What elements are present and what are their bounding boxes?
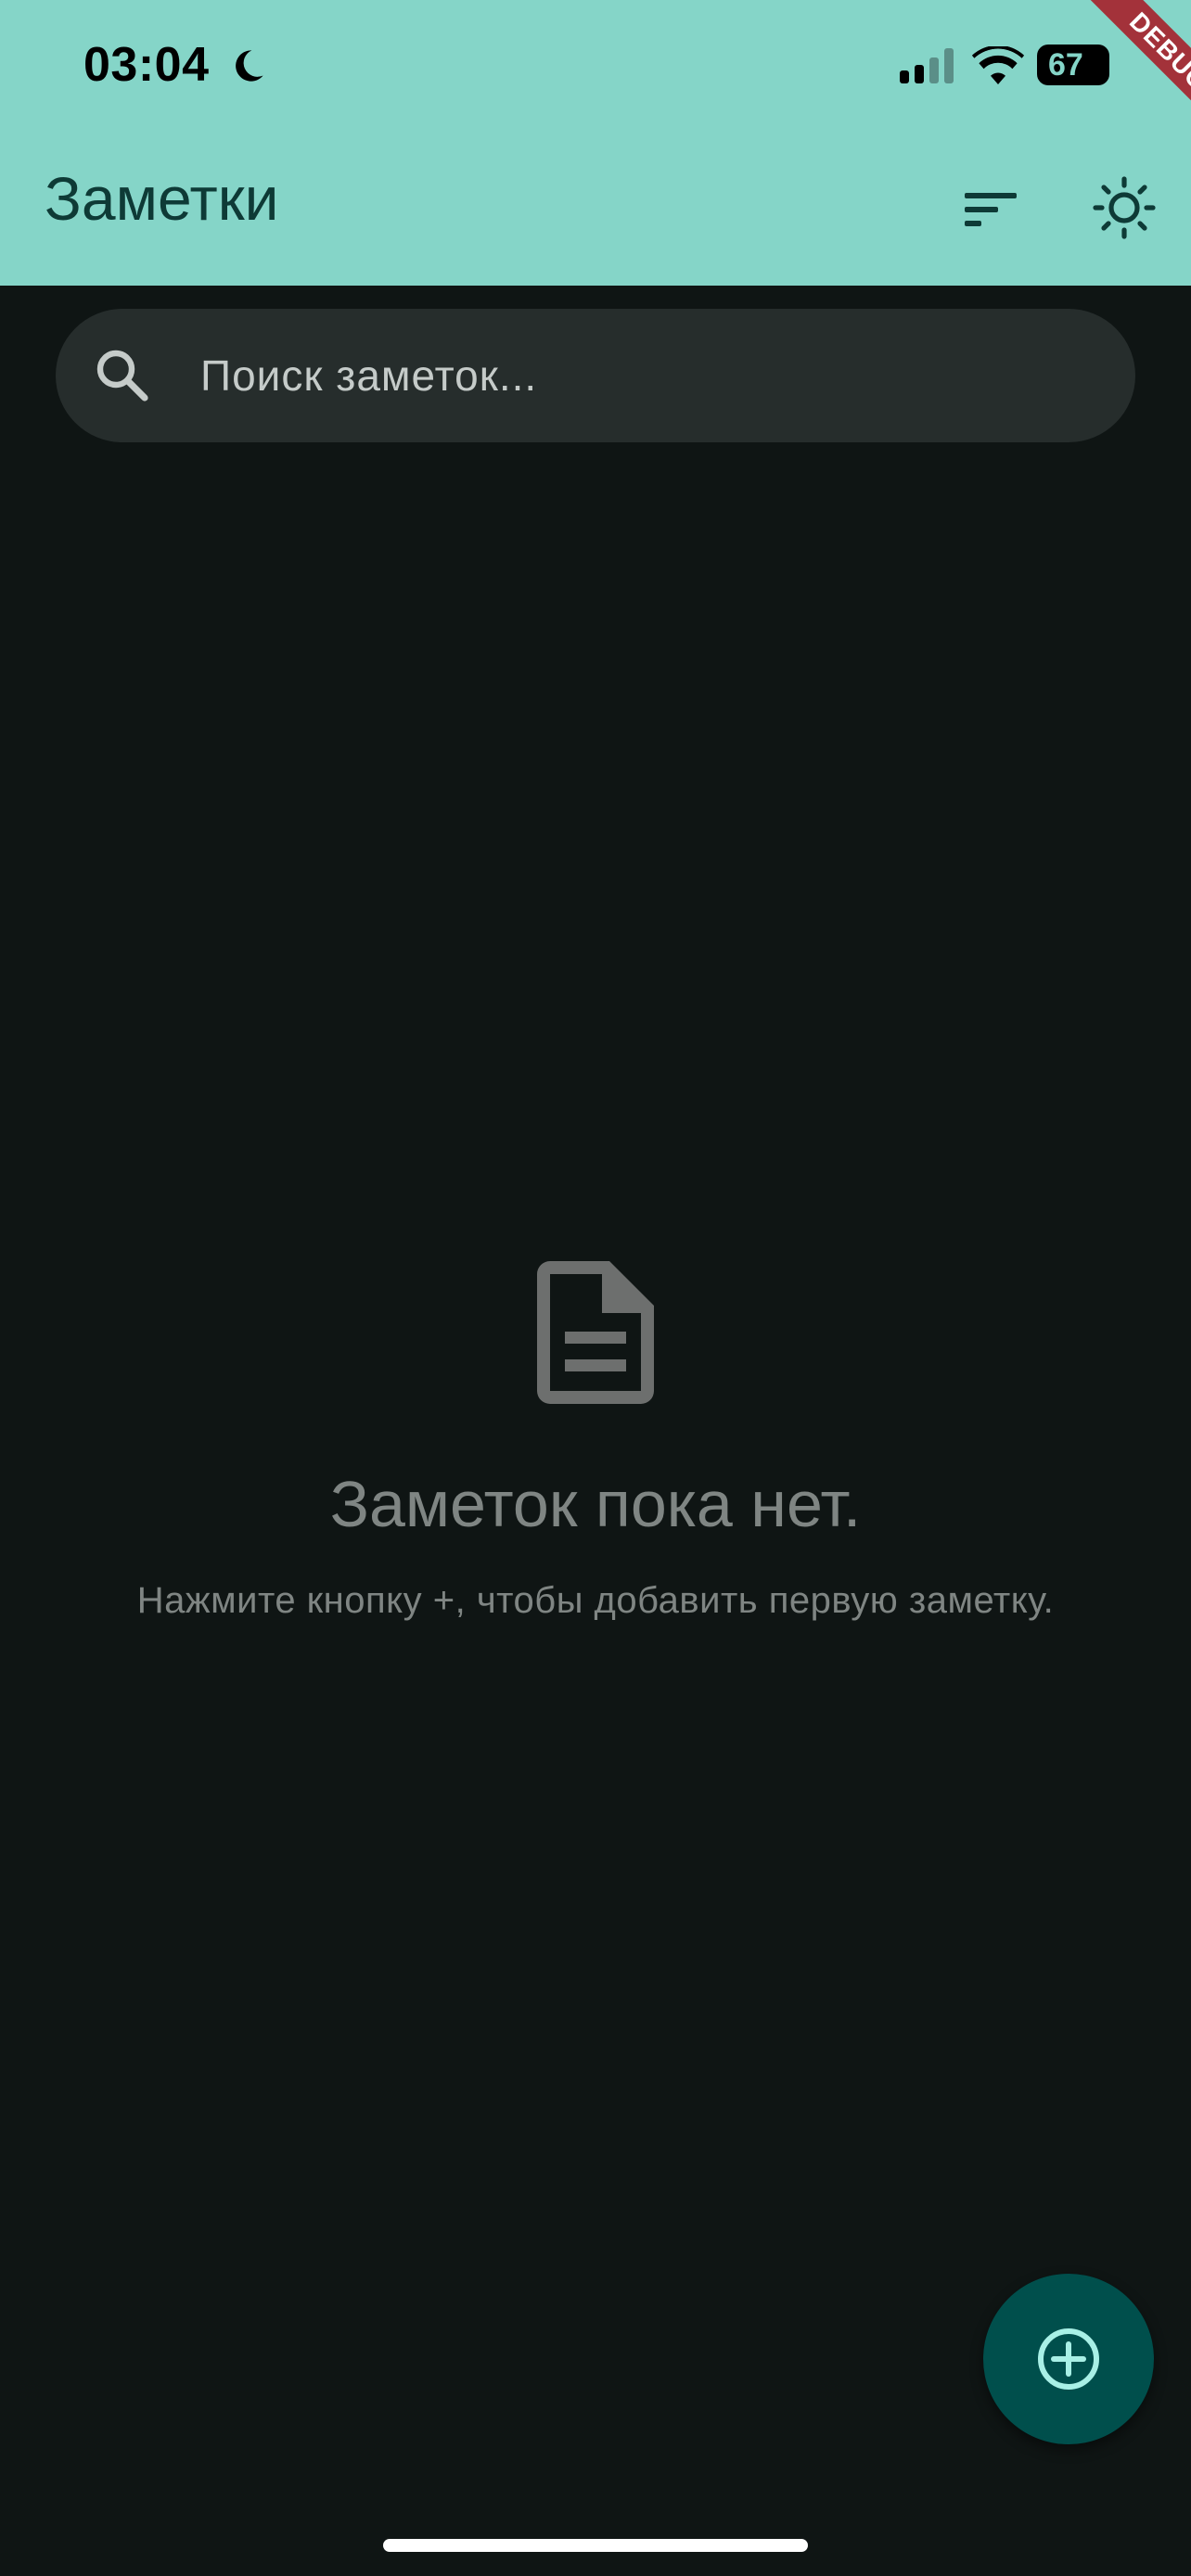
page-title: Заметки (45, 164, 279, 233)
empty-state: Заметок пока нет. Нажмите кнопку +, чтоб… (0, 1261, 1191, 1622)
notes-screen: 03:04 67 Заметки DEBUG Поиск заметок... … (0, 0, 1191, 2576)
search-icon (96, 350, 148, 402)
empty-state-title: Заметок пока нет. (329, 1468, 862, 1540)
sort-button[interactable] (954, 172, 1028, 247)
document-icon (537, 1261, 654, 1404)
light-mode-icon (1093, 176, 1156, 239)
battery-icon: 67 (1037, 45, 1109, 85)
battery-level: 67 (1048, 47, 1083, 83)
home-indicator[interactable] (383, 2539, 808, 2552)
add-note-button[interactable] (983, 2274, 1154, 2444)
sort-icon (965, 193, 1017, 226)
empty-state-subtitle: Нажмите кнопку +, чтобы добавить первую … (136, 1580, 1055, 1621)
wifi-icon (972, 46, 1024, 84)
app-header: 03:04 67 Заметки DEBUG (0, 0, 1191, 286)
add-circle-icon (1038, 2328, 1099, 2390)
app-bar: Заметки (0, 135, 1191, 286)
moon-icon (236, 50, 263, 82)
cellular-signal-icon (900, 48, 954, 83)
search-bar[interactable] (56, 309, 1135, 442)
search-input[interactable] (200, 309, 1091, 442)
status-time: 03:04 (83, 38, 210, 92)
theme-toggle-button[interactable] (1087, 171, 1161, 245)
status-bar: 03:04 67 (0, 0, 1191, 135)
